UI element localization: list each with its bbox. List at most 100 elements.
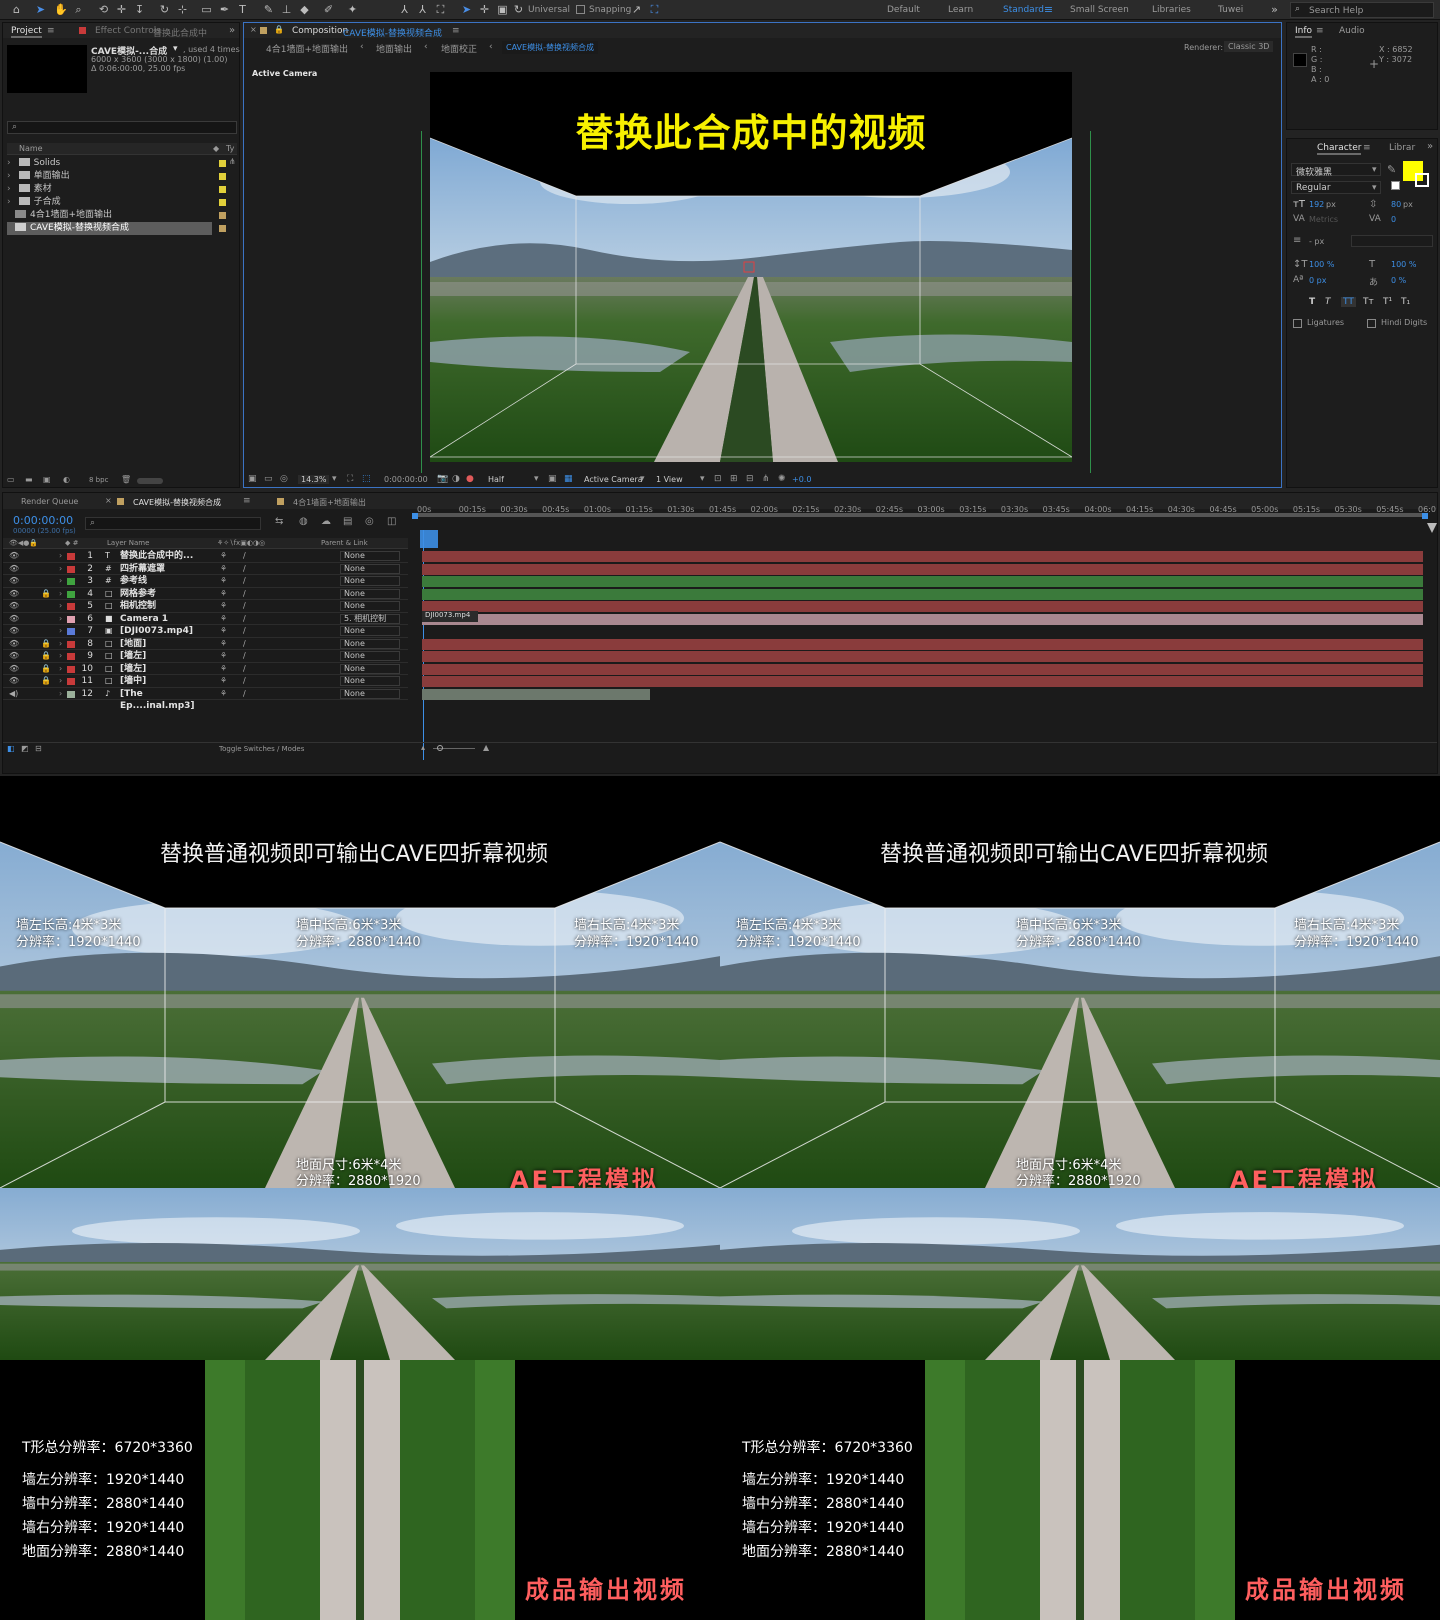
parent-select[interactable]: None: [340, 688, 400, 699]
quality-switch-icon[interactable]: ∕: [243, 663, 246, 676]
workspace-standard[interactable]: Standard: [1003, 5, 1044, 15]
parent-select[interactable]: None: [340, 676, 400, 686]
layer-name[interactable]: [墙左]: [120, 650, 208, 663]
layer-duration-bar[interactable]: [422, 576, 1423, 587]
timeline-layer-row[interactable]: ◀) › 12 ♪ [The Ep....inal.mp3] ⚘ ∕ None: [3, 688, 408, 711]
zoom-out-icon[interactable]: ▴: [421, 743, 425, 752]
quality-switch-icon[interactable]: ∕: [243, 600, 246, 613]
shy-switch-icon[interactable]: ⚘: [220, 638, 227, 651]
parent-select[interactable]: None: [340, 588, 400, 599]
zoom-in-icon[interactable]: ▲: [483, 743, 489, 752]
shy-switch-icon[interactable]: ⚘: [220, 663, 227, 676]
quality-switch-icon[interactable]: ∕: [243, 575, 246, 588]
expand-arrow-icon[interactable]: ›: [59, 663, 62, 676]
layer-duration-bar[interactable]: [422, 563, 1423, 575]
current-time[interactable]: 0:00:00:00: [384, 475, 428, 484]
parent-select[interactable]: None: [340, 601, 400, 611]
in-out-icon[interactable]: ⊟: [35, 744, 42, 753]
tab-info[interactable]: Info: [1295, 26, 1313, 38]
panel-overflow-icon[interactable]: »: [1427, 141, 1433, 152]
kerning-value[interactable]: Metrics: [1309, 215, 1338, 224]
font-style-select[interactable]: Regular ▾: [1291, 181, 1381, 194]
faux-bold-button[interactable]: T: [1309, 297, 1315, 307]
tab-audio[interactable]: Audio: [1339, 26, 1365, 36]
scale-3d-icon[interactable]: ▣: [496, 3, 509, 16]
parent-select[interactable]: None: [340, 551, 400, 561]
expand-arrow-icon[interactable]: ›: [59, 675, 62, 688]
shy-switch-icon[interactable]: ⚘: [220, 575, 227, 588]
quality-switch-icon[interactable]: ∕: [243, 613, 246, 626]
close-tab-icon[interactable]: ×: [105, 496, 112, 505]
baseline-value[interactable]: 0 px: [1309, 276, 1326, 285]
layer-name-header[interactable]: Layer Name: [107, 539, 149, 547]
project-item-single-output[interactable]: › 单面输出: [7, 170, 226, 183]
layer-name[interactable]: [墙左]: [120, 663, 208, 676]
column-name[interactable]: Name: [19, 144, 43, 153]
tab-composition[interactable]: CAVE模拟-替换视频合成: [343, 26, 442, 39]
layer-duration-bar[interactable]: [422, 613, 1423, 625]
zoom-slider-thumb[interactable]: [437, 745, 443, 751]
project-item-cave-comp[interactable]: CAVE模拟-替换视频合成: [7, 222, 226, 235]
layer-duration-bar[interactable]: [422, 638, 1423, 650]
motion-blur-icon[interactable]: ◎: [365, 516, 374, 527]
mask-visibility-icon[interactable]: ◎: [280, 474, 288, 484]
timeline-layer-row[interactable]: 👁 › 5 □ 相机控制 ⚘ ∕ None: [3, 600, 408, 613]
layer-duration-bar[interactable]: [422, 651, 1423, 662]
renderer-select[interactable]: Classic 3D: [1224, 41, 1274, 52]
quality-switch-icon[interactable]: ∕: [243, 625, 246, 638]
tab-timeline-4in1[interactable]: 4合1墙面+地面输出: [293, 497, 366, 508]
ligatures-checkbox[interactable]: [1293, 319, 1302, 328]
audio-toggle-icon[interactable]: ◀): [9, 688, 19, 701]
superscript-button[interactable]: T¹: [1383, 297, 1392, 307]
expand-arrow-icon[interactable]: ›: [59, 625, 62, 638]
channel-icon[interactable]: ●: [466, 474, 474, 484]
timeline-layer-row[interactable]: 👁 🔒 › 8 □ [地面] ⚘ ∕ None: [3, 638, 408, 651]
quality-switch-icon[interactable]: ∕: [243, 550, 246, 563]
expand-arrow-icon[interactable]: ›: [59, 563, 62, 576]
dolly-tool-icon[interactable]: ↧: [133, 3, 146, 16]
layer-name[interactable]: 替换此合成中的...: [120, 550, 208, 563]
layer-label-swatch[interactable]: [67, 653, 75, 660]
visibility-eye-icon[interactable]: 👁: [9, 575, 19, 588]
flowchart-icon[interactable]: ⋔: [229, 157, 236, 166]
quality-switch-icon[interactable]: ∕: [243, 650, 246, 663]
expand-arrow-icon[interactable]: ›: [59, 688, 62, 701]
rotate-3d-icon[interactable]: ↻: [512, 3, 525, 16]
shy-switch-icon[interactable]: ⚘: [220, 650, 227, 663]
timeline-icon[interactable]: ⊟: [746, 474, 754, 484]
new-folder-icon[interactable]: ▬: [25, 475, 33, 484]
view-layout-select[interactable]: 1 View: [656, 475, 683, 484]
layer-label-swatch[interactable]: [67, 565, 75, 573]
tab-project[interactable]: Project: [11, 26, 42, 38]
layer-duration-bar[interactable]: [422, 663, 1423, 675]
expand-arrow-icon[interactable]: ›: [59, 613, 62, 626]
tab-effect-controls[interactable]: Effect Controls: [95, 26, 161, 36]
timeline-current-time[interactable]: 0:00:00:00: [13, 514, 73, 527]
breadcrumb-item[interactable]: 地面校正: [441, 42, 477, 55]
orbit-tool-icon[interactable]: ⟲: [97, 3, 110, 16]
font-family-select[interactable]: 微软雅黑 ▾: [1291, 163, 1381, 178]
timeline-navigator-icon[interactable]: [1427, 523, 1437, 533]
home-icon[interactable]: ⌂: [10, 3, 23, 16]
workspace-small-screen[interactable]: Small Screen: [1070, 5, 1129, 15]
timeline-search-input[interactable]: ⌕: [85, 517, 261, 530]
camera-dropdown-icon[interactable]: ▾: [640, 474, 645, 484]
project-settings-icon[interactable]: ◐: [63, 475, 70, 484]
leading-value[interactable]: 80: [1391, 200, 1401, 209]
layer-duration-bar[interactable]: [422, 676, 1423, 687]
toggle-switches-modes[interactable]: Toggle Switches / Modes: [219, 745, 304, 753]
shy-switch-icon[interactable]: ⚘: [220, 563, 227, 576]
layer-name[interactable]: [DJI0073.mp4]: [120, 625, 208, 638]
project-item-4in1-output[interactable]: 4合1墙面+地面输出: [7, 209, 226, 222]
timeline-layer-row[interactable]: 👁 › 1 T 替换此合成中的... ⚘ ∕ None: [3, 550, 408, 563]
timeline-layer-row[interactable]: 👁 🔒 › 10 □ [墙左] ⚘ ∕ None: [3, 663, 408, 676]
workspace-libraries[interactable]: Libraries: [1152, 5, 1191, 15]
fast-preview-icon[interactable]: ▣: [548, 474, 557, 484]
roto-tool-icon[interactable]: ✐: [322, 3, 335, 16]
lock-icon[interactable]: 🔒: [274, 25, 284, 34]
layer-label-swatch[interactable]: [67, 615, 75, 623]
zoom-tool-icon[interactable]: ⌕: [72, 3, 85, 16]
eyedropper-icon[interactable]: ✎: [1387, 163, 1396, 176]
layer-name[interactable]: [地面]: [120, 638, 208, 651]
expand-arrow-icon[interactable]: ›: [59, 588, 62, 601]
